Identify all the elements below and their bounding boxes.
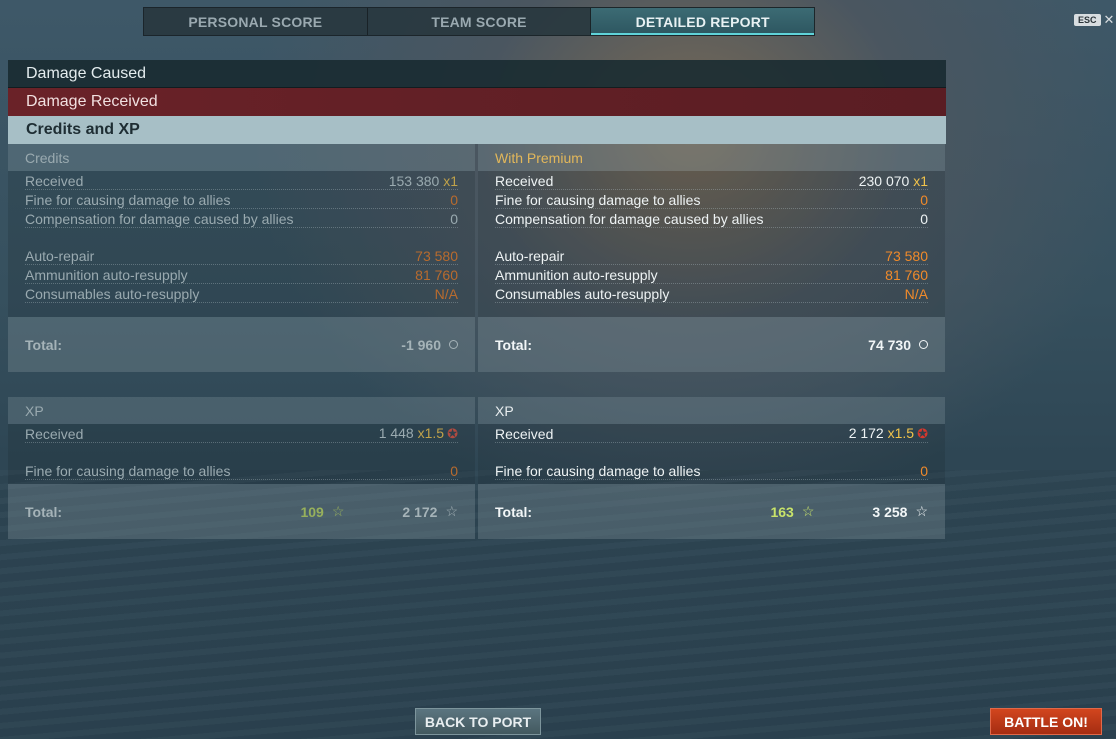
- credits-compensation-row: Compensation for damage caused by allies…: [495, 211, 928, 228]
- credits-consumables-row: Consumables auto-resupply N/A: [25, 286, 458, 303]
- credits-panel: Credits Received 153 380 x1 Fine for cau…: [8, 144, 475, 372]
- tab-personal-score[interactable]: PERSONAL SCORE: [144, 8, 368, 35]
- panel-title: XP: [8, 397, 475, 424]
- section-credits-and-xp[interactable]: Credits and XP: [8, 116, 946, 144]
- credits-fine-row: Fine for causing damage to allies 0: [25, 192, 458, 209]
- credits-ammo-row: Ammunition auto-resupply 81 760: [495, 267, 928, 284]
- credits-ammo-row: Ammunition auto-resupply 81 760: [25, 267, 458, 284]
- row-label: Received: [25, 173, 84, 189]
- panel-title: Credits: [8, 144, 475, 171]
- xp-total-row: Total: 163 ☆ 3 258 ☆: [478, 484, 945, 539]
- tab-detailed-report[interactable]: DETAILED REPORT: [591, 8, 815, 35]
- credits-total-row: Total: 74 730: [478, 317, 945, 372]
- xp-total-value: 2 172: [402, 503, 438, 520]
- xp-received-row: Received 1 448 x1.5 ✪: [25, 425, 458, 443]
- credits-coin-icon: [449, 340, 458, 349]
- credits-total-value: 74 730: [868, 336, 911, 353]
- panel-title: XP: [478, 397, 945, 424]
- xp-fine-row: Fine for causing damage to allies 0: [495, 463, 928, 480]
- section-damage-caused[interactable]: Damage Caused: [8, 60, 946, 88]
- close-button[interactable]: ESC ✕: [1074, 12, 1114, 28]
- credits-consumables-row: Consumables auto-resupply N/A: [495, 286, 928, 303]
- close-icon: ✕: [1103, 12, 1115, 27]
- xp-total-value: 3 258: [872, 503, 908, 520]
- credits-auto-repair-row: Auto-repair 73 580: [25, 248, 458, 265]
- free-xp-star-icon: ☆: [331, 503, 345, 519]
- report-tabs: PERSONAL SCORE TEAM SCORE DETAILED REPOR…: [143, 7, 815, 36]
- credits-auto-repair-row: Auto-repair 73 580: [495, 248, 928, 265]
- panel-title: With Premium: [478, 144, 945, 171]
- xp-star-icon: ☆: [915, 503, 928, 519]
- credits-premium-panel: With Premium Received 230 070 x1 Fine fo…: [478, 144, 945, 372]
- credits-coin-icon: [919, 340, 928, 349]
- xp-premium-panel: XP Received 2 172 x1.5 ✪ Fine for causing…: [478, 397, 945, 539]
- tab-team-score[interactable]: TEAM SCORE: [368, 8, 592, 35]
- xp-received-row: Received 2 172 x1.5 ✪: [495, 425, 928, 443]
- credits-total-row: Total: -1 960: [8, 317, 475, 372]
- credits-received-row: Received 230 070 x1: [495, 173, 928, 190]
- credits-fine-row: Fine for causing damage to allies 0: [495, 192, 928, 209]
- esc-key-badge: ESC: [1074, 14, 1101, 26]
- free-xp-value: 109: [300, 503, 324, 520]
- credits-received-row: Received 153 380 x1: [25, 171, 458, 190]
- section-damage-received[interactable]: Damage Received: [8, 88, 946, 116]
- row-value: 153 380 x1: [388, 173, 458, 189]
- xp-panel: XP Received 1 448 x1.5 ✪ Fine for causing…: [8, 397, 475, 539]
- free-xp-value: 163: [770, 503, 794, 520]
- credits-compensation-row: Compensation for damage caused by allies…: [25, 211, 458, 228]
- xp-star-icon: ☆: [445, 503, 458, 519]
- xp-total-row: Total: 109 ☆ 2 172 ☆: [8, 484, 475, 539]
- battle-on-button[interactable]: BATTLE ON!: [990, 708, 1102, 735]
- xp-bonus-star-icon: ✪: [917, 426, 928, 441]
- free-xp-star-icon: ☆: [801, 503, 815, 519]
- xp-fine-row: Fine for causing damage to allies 0: [25, 463, 458, 480]
- back-to-port-button[interactable]: BACK TO PORT: [415, 708, 541, 735]
- credits-total-value: -1 960: [401, 336, 441, 353]
- xp-bonus-star-icon: ✪: [447, 426, 458, 441]
